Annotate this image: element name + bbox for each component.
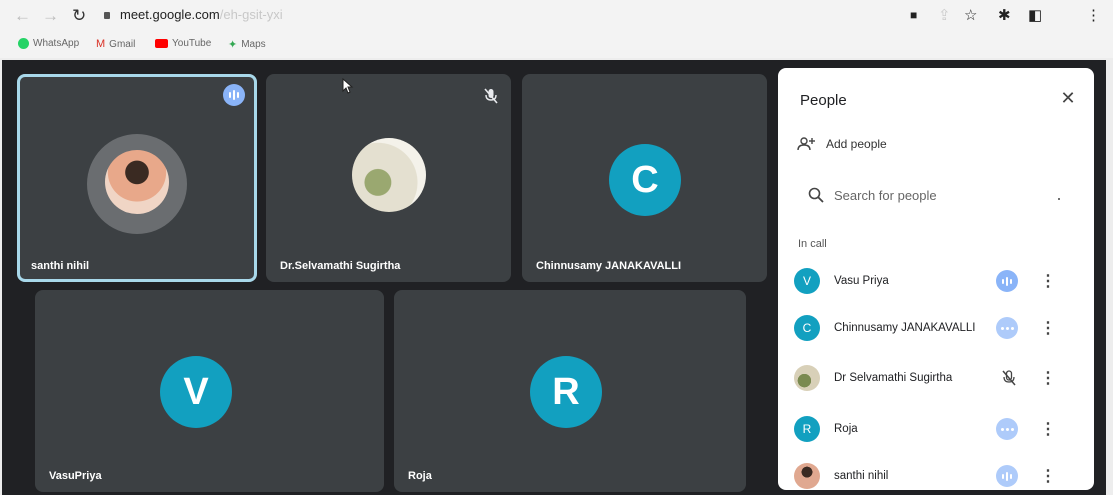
- participant-name: santhi nihil: [834, 470, 889, 482]
- avatar: [105, 150, 169, 214]
- audio-level-icon: [223, 84, 245, 106]
- youtube-icon: [155, 39, 168, 48]
- url-path: /eh-gsit-yxi: [219, 7, 283, 22]
- participant-name: Chinnusamy JANAKAVALLI: [536, 260, 682, 272]
- browser-toolbar: ← → ↻ meet.google.com/eh-gsit-yxi ■ ⇪ ☆ …: [0, 0, 1113, 32]
- avatar: C: [609, 144, 681, 216]
- avatar: V: [794, 268, 820, 294]
- gmail-icon: M: [96, 38, 106, 50]
- participant-tile-santhi-nihil[interactable]: santhi nihil: [17, 74, 257, 282]
- mic-off-icon: [1002, 370, 1016, 386]
- back-arrow-icon[interactable]: ←: [14, 6, 31, 26]
- whatsapp-icon: [18, 38, 29, 49]
- audio-level-icon: [996, 270, 1018, 292]
- mouse-cursor-icon: [342, 78, 354, 94]
- more-options-icon[interactable]: ⋮: [1040, 318, 1056, 338]
- avatar: V: [160, 356, 232, 428]
- participant-name: Chinnusamy JANAKAVALLI: [834, 322, 976, 334]
- participant-name: santhi nihil: [31, 260, 90, 272]
- avatar: [794, 463, 820, 489]
- sidebar-icon[interactable]: ◧: [1028, 6, 1042, 24]
- maps-icon: ✦: [228, 39, 238, 51]
- bookmark-maps[interactable]: ✦ Maps: [228, 38, 266, 51]
- extensions-icon[interactable]: ✱: [998, 6, 1011, 24]
- audio-idle-icon: [996, 418, 1018, 440]
- avatar: C: [794, 315, 820, 341]
- more-options-icon[interactable]: ⋮: [1040, 271, 1056, 291]
- bookmark-label: WhatsApp: [33, 38, 80, 49]
- bookmarks-bar: WhatsApp M Gmail YouTube ✦ Maps: [0, 32, 1113, 58]
- lock-icon[interactable]: [104, 12, 110, 19]
- search-icon: [808, 187, 824, 203]
- mic-off-icon: [484, 88, 498, 104]
- participant-row-chinnusamy[interactable]: C Chinnusamy JANAKAVALLI ⋮: [792, 308, 1082, 348]
- share-icon[interactable]: ⇪: [938, 6, 951, 24]
- participant-name: VasuPriya: [49, 470, 102, 482]
- avatar: [794, 365, 820, 391]
- audio-level-icon: [996, 465, 1018, 487]
- add-people-label: Add people: [826, 137, 887, 151]
- bookmark-whatsapp[interactable]: WhatsApp: [18, 38, 79, 49]
- avatar: R: [530, 356, 602, 428]
- bookmark-youtube[interactable]: YouTube: [155, 38, 211, 49]
- more-options-icon[interactable]: ⋮: [1040, 466, 1056, 486]
- more-options-icon[interactable]: ⋮: [1040, 419, 1056, 439]
- participant-tile-chinnusamy[interactable]: C Chinnusamy JANAKAVALLI: [522, 74, 767, 282]
- participant-name: Roja: [408, 470, 432, 482]
- menu-icon[interactable]: ⋮: [1086, 6, 1101, 24]
- section-label: In call: [798, 238, 827, 250]
- participant-tile-roja[interactable]: R Roja: [394, 290, 746, 492]
- participant-row-santhi-nihil[interactable]: santhi nihil ⋮: [792, 456, 1082, 490]
- forward-arrow-icon[interactable]: →: [42, 6, 59, 26]
- add-people-button[interactable]: Add people: [796, 136, 887, 152]
- close-icon[interactable]: ✕: [1056, 86, 1080, 110]
- panel-title: People: [800, 92, 847, 109]
- camera-icon[interactable]: ■: [910, 8, 917, 22]
- audio-idle-icon: [996, 317, 1018, 339]
- address-bar[interactable]: meet.google.com/eh-gsit-yxi: [120, 7, 283, 22]
- more-options-icon[interactable]: ⋮: [1040, 368, 1056, 388]
- participant-name: Vasu Priya: [834, 275, 889, 287]
- bookmark-label: Maps: [241, 39, 266, 50]
- bookmark-label: YouTube: [172, 38, 212, 49]
- participant-tile-vasupriya[interactable]: V VasuPriya: [35, 290, 384, 492]
- avatar: R: [794, 416, 820, 442]
- participant-name: Dr Selvamathi Sugirtha: [834, 372, 953, 384]
- people-panel: People ✕ Add people Search for people In…: [778, 68, 1094, 490]
- search-placeholder: Search for people: [834, 187, 937, 203]
- participant-tile-selvamathi[interactable]: Dr.Selvamathi Sugirtha: [266, 74, 511, 282]
- reload-icon[interactable]: ↻: [72, 6, 86, 26]
- bookmark-label: Gmail: [109, 38, 136, 50]
- url-host: meet.google.com: [120, 7, 220, 22]
- participant-row-selvamathi[interactable]: Dr Selvamathi Sugirtha ⋮: [792, 358, 1082, 398]
- add-person-icon: [797, 137, 815, 151]
- participant-row-vasu-priya[interactable]: V Vasu Priya ⋮: [792, 261, 1082, 301]
- participant-name: Dr.Selvamathi Sugirtha: [280, 260, 401, 272]
- search-input[interactable]: Search for people: [794, 176, 1074, 214]
- avatar: [352, 138, 426, 212]
- dot: [1058, 198, 1060, 200]
- star-icon[interactable]: ☆: [964, 6, 977, 24]
- bookmark-gmail[interactable]: M Gmail: [96, 38, 135, 50]
- participant-name: Roja: [834, 423, 858, 435]
- participant-row-roja[interactable]: R Roja ⋮: [792, 409, 1082, 449]
